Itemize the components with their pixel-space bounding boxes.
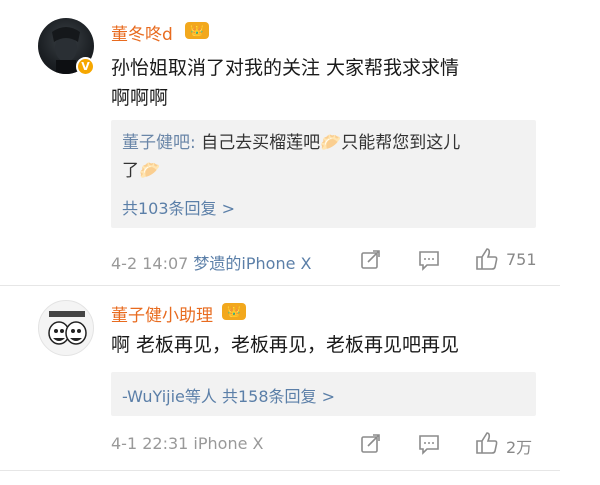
- verified-badge-icon: V: [76, 57, 95, 76]
- comment-footer: 4-2 14:07 梦遗的iPhone X: [111, 250, 311, 274]
- like-count: 751: [506, 250, 537, 269]
- thumbs-up-icon[interactable]: [474, 246, 500, 272]
- reply-line: 董子健吧: 自己去买榴莲吧🥟只能帮您到这儿: [122, 130, 460, 156]
- user-avatar[interactable]: [38, 300, 94, 356]
- share-icon[interactable]: [360, 433, 382, 455]
- comment-time: 4-2 14:07: [111, 254, 189, 273]
- avatar-image: [48, 311, 87, 345]
- comment-source[interactable]: 梦遗的iPhone X: [193, 254, 311, 273]
- view-replies-link[interactable]: -WuYijie等人 共158条回复 >: [122, 383, 335, 407]
- comment-item: V 董冬咚d 👑 孙怡姐取消了对我的关注 大家帮我求求情 啊啊啊 董子健吧: 自…: [0, 0, 600, 285]
- comment-icon[interactable]: [418, 249, 440, 271]
- comment-username[interactable]: 董子健小助理: [111, 301, 213, 326]
- comment-time: 4-1 22:31: [111, 434, 189, 453]
- comment-text-line: 孙怡姐取消了对我的关注 大家帮我求求情: [111, 57, 460, 79]
- comment-icon[interactable]: [418, 433, 440, 455]
- comment-item: 董子健小助理 👑 啊 老板再见，老板再见，老板再见吧再见 -WuYijie等人 …: [0, 285, 600, 485]
- comment-text-line: 啊 老板再见，老板再见，老板再见吧再见: [111, 334, 460, 356]
- vip-crown-icon: 👑: [222, 303, 246, 320]
- view-replies-link[interactable]: 共103条回复 >: [122, 195, 235, 219]
- comment-text-line: 啊啊啊: [111, 87, 169, 109]
- reply-preview-box[interactable]: -WuYijie等人 共158条回复 >: [111, 372, 536, 416]
- reply-author[interactable]: 董子健吧:: [122, 133, 196, 153]
- comment-username[interactable]: 董冬咚d: [111, 20, 173, 45]
- thumbs-up-icon[interactable]: [474, 430, 500, 456]
- reply-text-line: 了🥟: [122, 161, 161, 181]
- like-count: 2万: [506, 438, 533, 457]
- share-icon[interactable]: [360, 249, 382, 271]
- reply-preview-box[interactable]: 董子健吧: 自己去买榴莲吧🥟只能帮您到这儿 了🥟 共103条回复 >: [111, 120, 536, 228]
- vip-crown-icon: 👑: [185, 22, 209, 39]
- comment-source[interactable]: iPhone X: [193, 434, 263, 453]
- reply-text: 自己去买榴莲吧🥟只能帮您到这儿: [201, 133, 461, 153]
- comment-footer: 4-1 22:31 iPhone X: [111, 434, 263, 453]
- comment-divider: [0, 470, 560, 471]
